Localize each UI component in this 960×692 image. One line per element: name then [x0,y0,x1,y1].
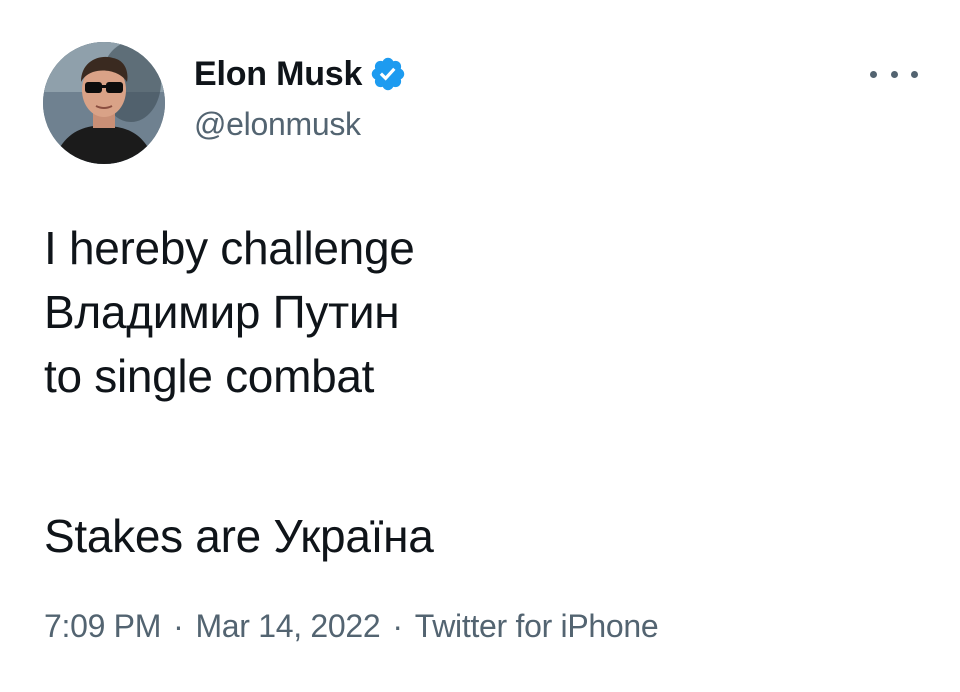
more-horizontal-icon [890,70,898,78]
tweet-source[interactable]: Twitter for iPhone [415,608,659,644]
display-name[interactable]: Elon Musk [194,55,362,94]
tweet-text: I hereby challenge Владимир Путин to sin… [44,216,434,568]
name-row: Elon Musk [194,52,407,96]
separator: · [173,608,184,644]
tweet-time[interactable]: 7:09 PM [44,608,161,644]
tweet-text-line: I hereby challenge [44,222,415,274]
separator: · [392,608,403,644]
more-horizontal-icon [911,70,918,78]
tweet-metadata: 7:09 PM · Mar 14, 2022 · Twitter for iPhone [44,608,659,645]
more-horizontal-icon [870,70,877,78]
profile-photo-icon [43,42,165,164]
tweet-date[interactable]: Mar 14, 2022 [195,608,380,644]
tweet-text-line: Владимир Путин [44,286,400,338]
tweet-text-line: to single combat [44,350,375,402]
tweet-text-line: Stakes are Україна [44,510,434,562]
more-options-button[interactable] [870,62,918,86]
avatar[interactable] [43,42,165,164]
author-block: Elon Musk @elonmusk [194,52,407,143]
tweet-card: Elon Musk @elonmusk I hereby challenge В… [0,0,960,692]
verified-badge-icon [369,55,407,93]
user-handle[interactable]: @elonmusk [194,106,407,143]
